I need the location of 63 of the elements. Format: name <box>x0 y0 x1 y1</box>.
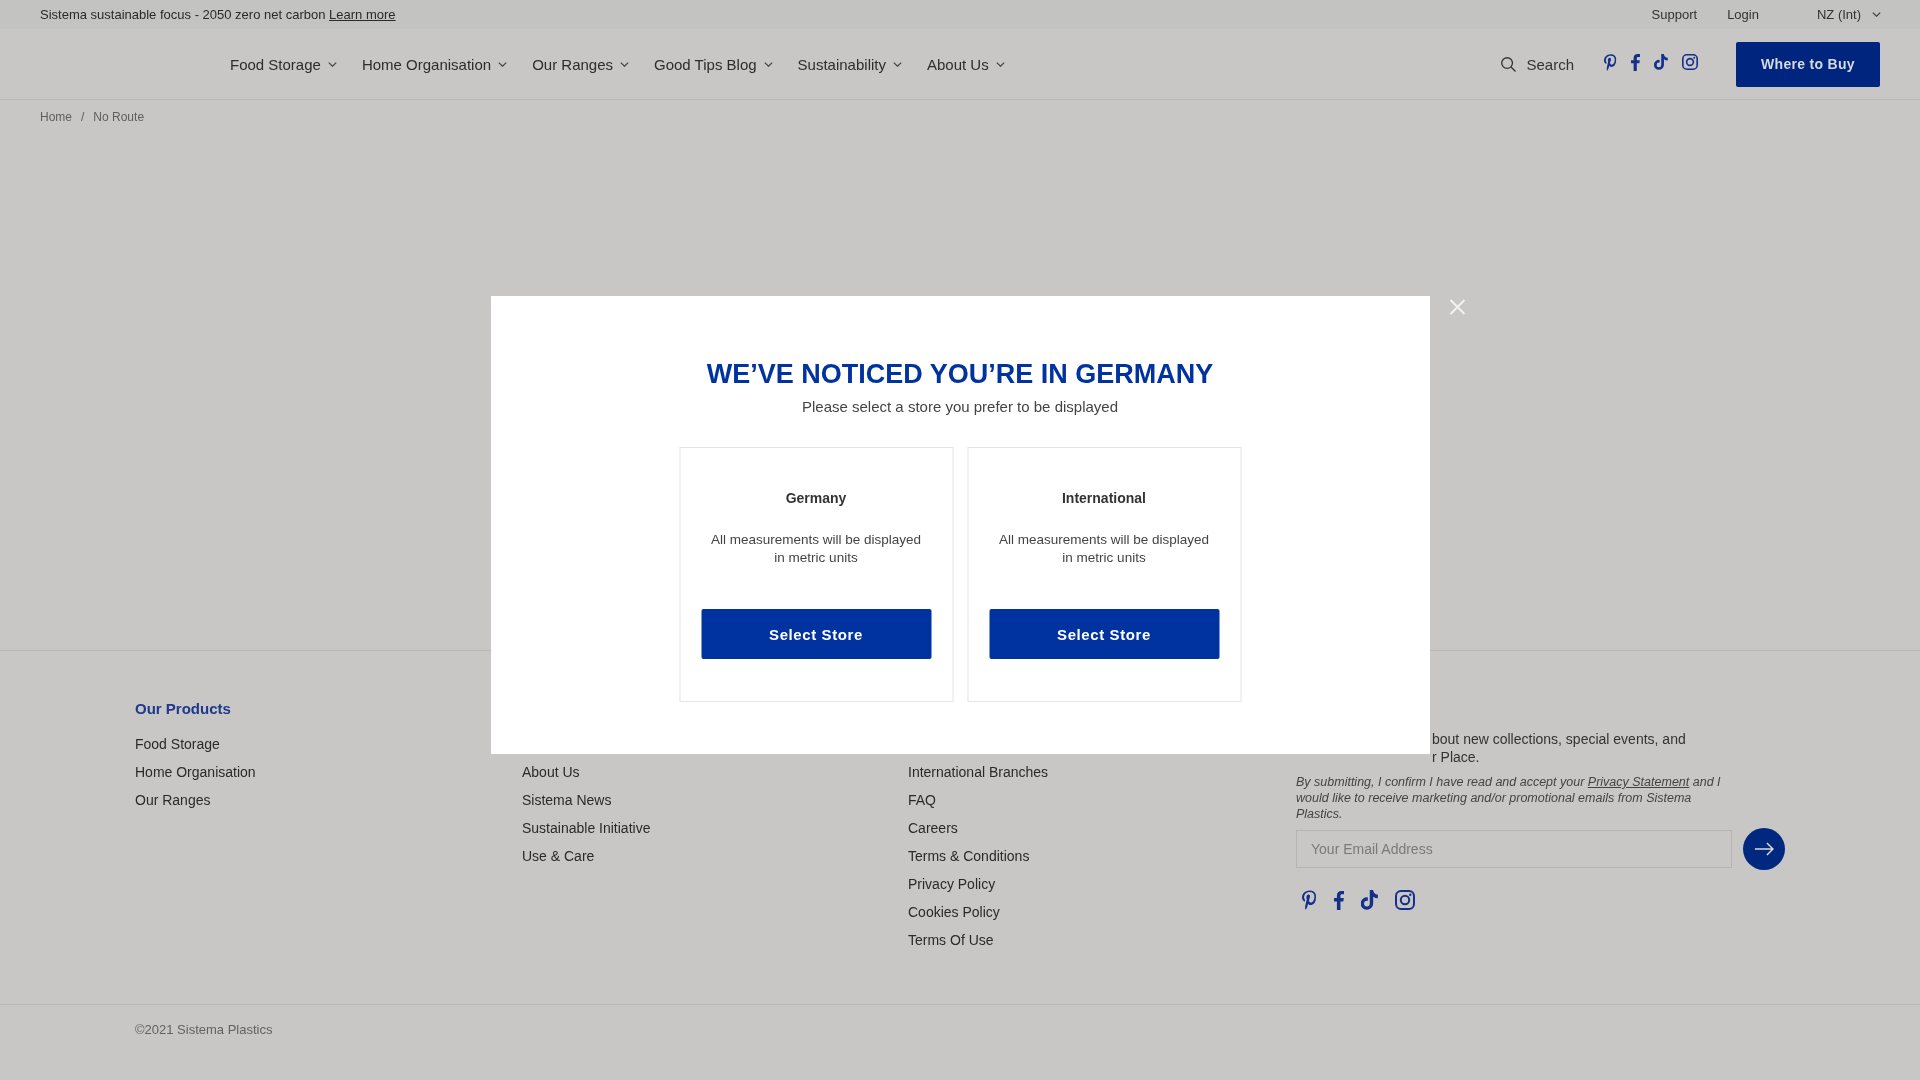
footer-link[interactable]: Sistema News <box>522 790 612 810</box>
tiktok-icon[interactable] <box>1361 890 1378 910</box>
footer-link[interactable]: Our Ranges <box>135 790 211 810</box>
top-link[interactable]: Login <box>1727 7 1759 22</box>
pinterest-icon[interactable] <box>1302 890 1317 910</box>
nav-menu-item[interactable]: Our Ranges <box>532 55 629 73</box>
nav-menu-item[interactable]: Good Tips Blog <box>654 55 773 73</box>
email-field[interactable]: Your Email Address <box>1296 830 1732 868</box>
nav-menu-item[interactable]: Sustainability <box>797 55 902 73</box>
footer-link[interactable]: Terms Of Use <box>908 930 994 950</box>
chevron-down-icon <box>995 61 1005 67</box>
footer-link[interactable]: Privacy Policy <box>908 874 996 894</box>
arrow-right-icon <box>1754 842 1774 856</box>
where-to-buy-button[interactable]: Where to Buy <box>1736 41 1880 87</box>
footer-link[interactable]: International Branches <box>908 762 1049 782</box>
footer-link[interactable]: Cookies Policy <box>908 902 1000 922</box>
learn-more-link[interactable]: Learn more <box>329 7 396 22</box>
store-name: International <box>1062 489 1146 507</box>
chevron-down-icon <box>763 61 773 67</box>
search-icon <box>1501 56 1517 72</box>
store-description: All measurements will be displayed in metric units <box>709 531 923 567</box>
chevron-down-icon <box>327 61 337 67</box>
submit-button[interactable] <box>1743 828 1785 870</box>
select-store-button[interactable]: Select Store <box>989 609 1219 659</box>
footer-link[interactable]: Food Storage <box>135 734 220 754</box>
chevron-down-icon <box>498 61 508 67</box>
pinterest-icon[interactable] <box>1604 53 1617 71</box>
footer-link[interactable]: Use & Care <box>522 846 595 866</box>
chevron-down-icon <box>1872 12 1881 17</box>
chevron-down-icon <box>620 61 629 67</box>
chevron-down-icon <box>892 61 902 67</box>
close-icon <box>1449 299 1466 315</box>
region-selector[interactable]: NZ (Int) <box>1816 7 1881 22</box>
privacy-statement-link[interactable]: Privacy Statement <box>1587 775 1690 789</box>
newsletter-intro-text: bout new collections, special events, and r Place. <box>1432 730 1686 766</box>
footer-link[interactable]: Home Organisation <box>135 762 256 782</box>
facebook-icon[interactable] <box>1334 890 1344 910</box>
facebook-icon[interactable] <box>1631 53 1640 71</box>
footer-link[interactable]: FAQ <box>908 790 936 810</box>
dialog-title: WE’VE NOTICED YOU’RE IN GERMANY <box>706 358 1214 391</box>
breadcrumb-current: No Route <box>93 109 145 126</box>
top-link[interactable]: Support <box>1651 7 1698 22</box>
select-store-button[interactable]: Select Store <box>701 609 931 659</box>
store-name: Germany <box>785 489 847 507</box>
footer-link[interactable]: About Us <box>522 762 580 782</box>
footer-heading: Our Products <box>135 699 231 719</box>
nav-menu-item[interactable]: Home Organisation <box>361 55 508 73</box>
footer-link[interactable]: Terms & Conditions <box>908 846 1030 866</box>
consent-text: By submitting, I confirm I have read and accept your Privacy Statement and I would like to receive marketing and/or promotional emails from Sistema Plastics. <box>1296 774 1722 822</box>
instagram-icon[interactable] <box>1682 54 1698 70</box>
instagram-icon[interactable] <box>1395 890 1415 910</box>
breadcrumb-link[interactable]: Home <box>40 107 72 127</box>
search-button[interactable]: Search <box>1501 55 1574 73</box>
tiktok-icon[interactable] <box>1654 54 1668 70</box>
copyright-text: ©2021 Sistema Plastics <box>135 1022 273 1038</box>
nav-menu-item[interactable]: About Us <box>926 55 1005 73</box>
breadcrumb-separator: / <box>81 109 85 126</box>
footer-link[interactable]: Sustainable Initiative <box>522 818 651 838</box>
dialog-subtitle: Please select a store you prefer to be displayed <box>802 397 1118 417</box>
store-description: All measurements will be displayed in metric units <box>997 531 1211 567</box>
announcement-text: Sistema sustainable focus - 2050 zero net carbon Learn more <box>40 7 396 22</box>
nav-menu-item[interactable]: Food Storage <box>230 55 337 73</box>
footer-link[interactable]: Careers <box>908 818 958 838</box>
